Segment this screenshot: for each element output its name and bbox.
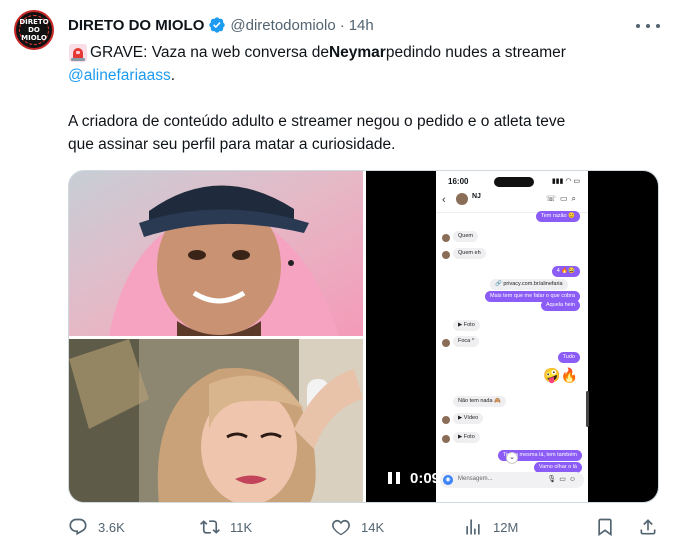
chat-message: Tem razão 😊 bbox=[535, 211, 580, 222]
retweet-count: 11K bbox=[230, 519, 253, 535]
bookmark-icon bbox=[598, 518, 612, 537]
chat-avatar-small bbox=[442, 251, 450, 259]
tweet-text-period: . bbox=[170, 67, 176, 84]
separator-dot: · bbox=[339, 16, 345, 34]
more-options-icon[interactable] bbox=[636, 16, 660, 36]
chat-avatar-small bbox=[442, 416, 450, 424]
avatar[interactable]: DIRETO DO MIOLO bbox=[14, 10, 54, 50]
chevron-down-icon: ⌄ bbox=[506, 452, 518, 464]
chat-message: 4 🔥😂 bbox=[551, 266, 580, 277]
photo-streamer-image bbox=[69, 339, 363, 502]
chat-contact-name: NJ bbox=[472, 193, 481, 200]
avatar-logo-line2: DO MIOLO bbox=[21, 26, 47, 42]
phone-scroll-indicator bbox=[586, 391, 589, 427]
photo-neymar-image bbox=[69, 171, 363, 336]
like-button[interactable]: 14K bbox=[331, 515, 384, 539]
verified-badge-icon[interactable] bbox=[208, 16, 226, 34]
chat-emojis: 🤪🔥 bbox=[543, 367, 578, 383]
chat-message: Quem bbox=[453, 231, 478, 242]
tweet-header: DIRETO DO MIOLO @diretodomiolo · 14h bbox=[68, 15, 374, 35]
video-player[interactable]: 16:00 ▮▮▮ ◠ ▭ ‹ NJ ☏▭⌕ Tem razão 😊 Quem … bbox=[366, 171, 658, 502]
photo-neymar[interactable] bbox=[69, 171, 363, 336]
reply-count: 3.6K bbox=[98, 519, 125, 535]
chat-message: ▶ Vídeo bbox=[453, 413, 484, 424]
photo-streamer[interactable] bbox=[69, 339, 363, 502]
analytics-icon bbox=[466, 519, 480, 535]
rotating-light-icon bbox=[69, 43, 87, 62]
timestamp[interactable]: 14h bbox=[349, 17, 374, 34]
pause-icon[interactable] bbox=[388, 472, 400, 484]
action-bar: 3.6K 11K 14K 12M bbox=[68, 515, 660, 539]
tweet: DIRETO DO MIOLO DIRETO DO MIOLO @diretod… bbox=[0, 0, 685, 551]
chat-message: 🔗 privacy.com.br/alinefaria bbox=[490, 279, 568, 290]
chat-back-icon: ‹ bbox=[442, 194, 446, 206]
reply-button[interactable]: 3.6K bbox=[68, 515, 125, 539]
phone-status-icons: ▮▮▮ ◠ ▭ bbox=[551, 178, 580, 185]
chat-input-placeholder: Mensagem... bbox=[458, 476, 493, 482]
chat-contact-avatar bbox=[456, 193, 468, 205]
views-count: 12M bbox=[493, 519, 519, 535]
like-count: 14K bbox=[361, 519, 385, 535]
video-phone-screen: 16:00 ▮▮▮ ◠ ▭ ‹ NJ ☏▭⌕ Tem razão 😊 Quem … bbox=[436, 171, 589, 502]
chat-message: Tudo bbox=[557, 352, 580, 363]
chat-message: Foca ^ bbox=[453, 336, 480, 347]
tweet-body-line2: que assinar seu perfil para matar a curi… bbox=[68, 136, 396, 153]
reply-icon bbox=[69, 518, 87, 536]
views-button[interactable]: 12M bbox=[463, 515, 518, 539]
avatar-logo: DIRETO DO MIOLO bbox=[16, 12, 52, 48]
tweet-text-suffix: pedindo nudes a streamer bbox=[385, 44, 566, 61]
bookmark-button[interactable] bbox=[595, 515, 615, 539]
media-grid: 16:00 ▮▮▮ ◠ ▭ ‹ NJ ☏▭⌕ Tem razão 😊 Quem … bbox=[68, 170, 659, 503]
phone-status-bar: 16:00 ▮▮▮ ◠ ▭ bbox=[436, 175, 588, 189]
video-controls: 0:09 bbox=[388, 467, 440, 489]
tweet-text-line2: @alinefariaass. bbox=[68, 64, 175, 87]
chat-message: ▶ Foto bbox=[453, 432, 480, 443]
chat-message: Não tem nada 🙈 bbox=[453, 396, 506, 407]
chat-avatar-small bbox=[442, 234, 450, 242]
display-name[interactable]: DIRETO DO MIOLO bbox=[68, 17, 204, 34]
dynamic-island bbox=[494, 177, 534, 187]
avatar-logo-line1: DIRETO bbox=[19, 18, 49, 26]
mention-link[interactable]: @alinefariaass bbox=[68, 67, 171, 84]
tweet-body-line1: A criadora de conteúdo adulto e streamer… bbox=[68, 113, 566, 130]
tweet-text-line1: GRAVE: Vaza na web conversa de Neymar pe… bbox=[68, 41, 566, 64]
chat-input-bar: ◉ Mensagem... 🎙▭☺ bbox=[440, 472, 584, 488]
chat-avatar-small bbox=[442, 435, 450, 443]
chat-input-icons: 🎙▭☺ bbox=[547, 476, 579, 483]
chat-header: ‹ NJ ☏▭⌕ bbox=[436, 189, 588, 213]
retweet-button[interactable]: 11K bbox=[200, 515, 252, 539]
chat-tools-icons: ☏▭⌕ bbox=[545, 194, 580, 203]
chat-message: Aquela hein bbox=[540, 300, 580, 311]
chat-message: Quem eh bbox=[453, 248, 486, 259]
camera-icon: ◉ bbox=[443, 475, 453, 485]
handle[interactable]: @diretodomiolo bbox=[230, 17, 335, 34]
heart-icon bbox=[332, 519, 350, 536]
retweet-icon bbox=[200, 520, 220, 534]
tweet-text-name: Neymar bbox=[328, 44, 386, 61]
tweet-text-prefix: GRAVE: Vaza na web conversa de bbox=[90, 44, 329, 61]
phone-status-time: 16:00 bbox=[448, 177, 469, 186]
share-icon bbox=[640, 519, 656, 535]
video-timecode: 0:09 bbox=[410, 469, 441, 487]
chat-message: ▶ Foto bbox=[453, 320, 480, 331]
share-button[interactable] bbox=[638, 515, 658, 539]
chat-avatar-small bbox=[442, 339, 450, 347]
